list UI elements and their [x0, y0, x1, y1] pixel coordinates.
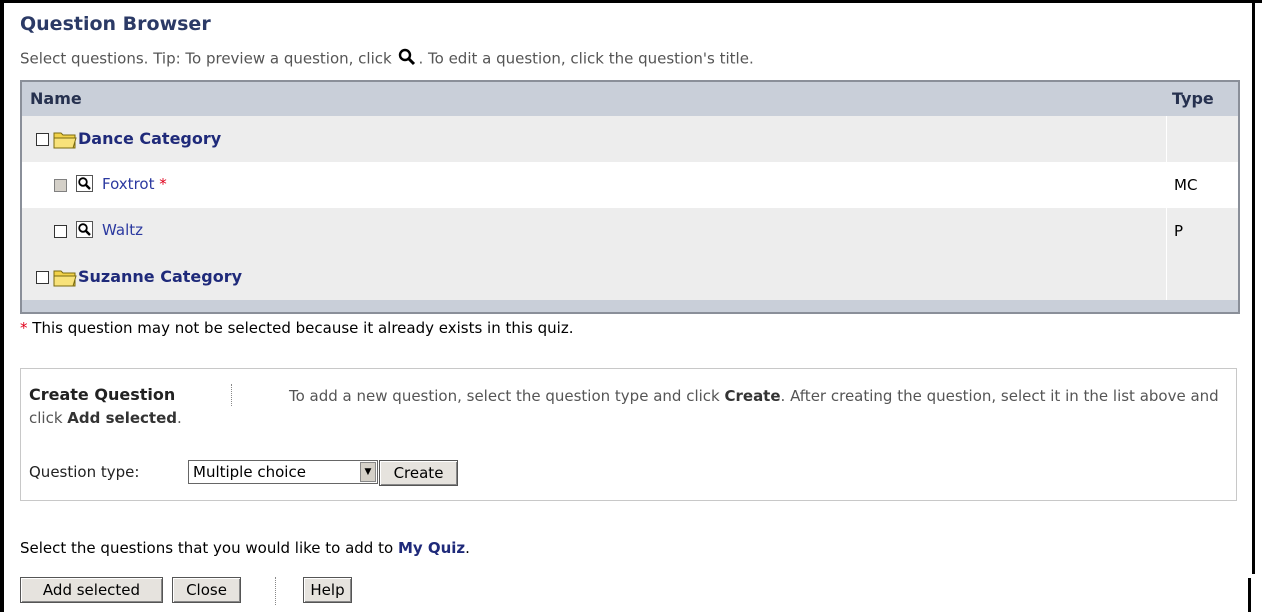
category-checkbox[interactable]: [36, 271, 49, 284]
magnifier-icon: [398, 48, 416, 70]
add-selected-keyword: Add selected: [67, 409, 177, 427]
divider: [231, 384, 232, 406]
already-in-quiz-marker: *: [159, 175, 167, 193]
question-checkbox-disabled: [54, 179, 67, 192]
type-cell: P: [1166, 208, 1238, 254]
divider: [275, 577, 276, 605]
question-checkbox[interactable]: [54, 225, 67, 238]
window-frame-left: [0, 0, 4, 612]
question-title-link[interactable]: Waltz: [102, 221, 143, 239]
preview-icon[interactable]: [76, 175, 93, 192]
chevron-down-icon[interactable]: ▼: [360, 462, 376, 482]
instruction-text-end: .: [465, 539, 470, 557]
table-row: Dance Category: [22, 116, 1238, 162]
question-title-link[interactable]: Foxtrot *: [102, 175, 167, 193]
tip-text-start: Select questions. Tip: To preview a ques…: [20, 49, 392, 68]
footnote-text: This question may not be selected becaus…: [32, 319, 574, 337]
column-header-name: Name: [30, 89, 82, 108]
question-type-value: Multiple choice: [193, 463, 306, 481]
footnote: * This question may not be selected beca…: [20, 319, 573, 337]
quiz-name: My Quiz: [397, 539, 466, 557]
window-frame-right: [1252, 0, 1255, 574]
create-desc-part: .: [177, 409, 182, 427]
create-description: To add a new question, select the questi…: [29, 385, 1224, 429]
preview-icon[interactable]: [76, 221, 93, 238]
create-question-panel: To add a new question, select the questi…: [20, 368, 1237, 501]
column-header-type: Type: [1172, 89, 1214, 108]
folder-icon: [53, 129, 77, 153]
close-button[interactable]: Close: [172, 577, 241, 603]
question-table: Name Type Dance Category Foxtrot * MC Wa…: [20, 80, 1240, 314]
create-keyword: Create: [724, 387, 781, 405]
instruction-text-start: Select the questions that you would like…: [20, 539, 398, 557]
tip-text: Select questions. Tip: To preview a ques…: [20, 48, 754, 70]
folder-icon: [53, 267, 77, 291]
create-desc-part: To add a new question, select the questi…: [289, 387, 725, 405]
window-frame-right-lower: [1248, 578, 1251, 612]
help-button[interactable]: Help: [303, 577, 352, 603]
table-row: Foxtrot * MC: [22, 162, 1238, 208]
add-selected-button[interactable]: Add selected: [20, 577, 163, 603]
question-title-text: Foxtrot: [102, 175, 155, 193]
table-row: Suzanne Category: [22, 254, 1238, 300]
type-cell: [1166, 254, 1238, 300]
instruction-text: Select the questions that you would like…: [20, 539, 470, 557]
tip-text-end: . To edit a question, click the question…: [418, 49, 754, 68]
question-type-label: Question type:: [29, 463, 140, 481]
page-title: Question Browser: [20, 13, 211, 35]
create-question-title: Create Question: [29, 385, 176, 404]
category-title-link[interactable]: Dance Category: [78, 129, 221, 148]
category-checkbox[interactable]: [36, 133, 49, 146]
table-row: Waltz P: [22, 208, 1238, 254]
question-type-select[interactable]: Multiple choice ▼: [188, 460, 378, 484]
window-frame-top: [0, 0, 1262, 3]
footnote-marker: *: [20, 319, 28, 337]
type-cell: MC: [1166, 162, 1238, 208]
create-button[interactable]: Create: [379, 460, 458, 486]
category-title-link[interactable]: Suzanne Category: [78, 267, 242, 286]
type-cell: [1166, 116, 1238, 162]
